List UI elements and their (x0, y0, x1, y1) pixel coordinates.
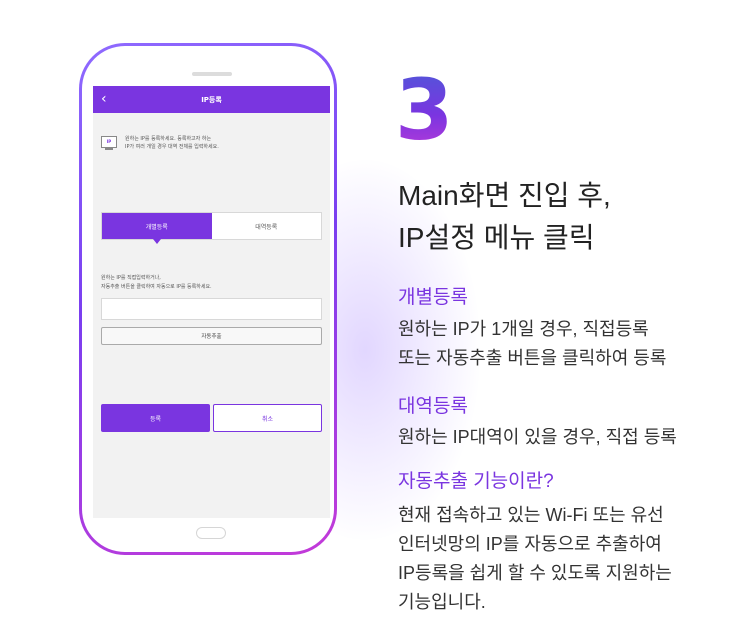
section-line: 현재 접속하고 있는 Wi-Fi 또는 유선 (398, 505, 664, 525)
notice-line-2: IP가 여러 개일 경우 대역 전체를 입력하세요. (125, 144, 219, 150)
register-tabs: 개별등록 대역등록 (101, 212, 322, 244)
section-title-auto: 자동추출 기능이란? (398, 471, 554, 492)
tab-range[interactable]: 대역등록 (212, 213, 322, 239)
phone-screen: ‹ IP등록 IP 원하는 IP를 등록하세요. 등록하고자 하는 IP가 여러… (93, 86, 330, 518)
instruction-line-1: 원하는 IP를 직접입력하거나, (101, 275, 161, 281)
headline-line-1: Main화면 진입 후, (398, 180, 611, 211)
tab-individual[interactable]: 개별등록 (102, 213, 212, 244)
monitor-stand-icon (105, 148, 113, 150)
phone-mockup: ‹ IP등록 IP 원하는 IP를 등록하세요. 등록하고자 하는 IP가 여러… (79, 43, 337, 555)
section-line: 인터넷망의 IP를 자동으로 추출하여 (398, 534, 662, 554)
phone-body: ‹ IP등록 IP 원하는 IP를 등록하세요. 등록하고자 하는 IP가 여러… (82, 46, 334, 552)
ip-input[interactable] (101, 298, 322, 320)
notice-box: IP 원하는 IP를 등록하세요. 등록하고자 하는 IP가 여러 개일 경우 … (101, 135, 323, 159)
headline: Main화면 진입 후, IP설정 메뉴 클릭 (398, 175, 611, 259)
section-body-range: 원하는 IP대역이 있을 경우, 직접 등록 (398, 423, 677, 452)
section-line: 또는 자동추출 버튼을 클릭하여 등록 (398, 348, 667, 368)
section-body-auto: 현재 접속하고 있는 Wi-Fi 또는 유선 인터넷망의 IP를 자동으로 추출… (398, 501, 672, 617)
monitor-ip-icon: IP (101, 136, 117, 148)
section-line: 기능입니다. (398, 592, 486, 612)
section-line: 원하는 IP가 1개일 경우, 직접등록 (398, 319, 649, 339)
phone-home-button (196, 527, 226, 539)
auto-extract-button[interactable]: 자동추출 (101, 327, 322, 345)
step-number: 3 (395, 61, 454, 159)
section-title-range: 대역등록 (398, 396, 468, 417)
notice-line-1: 원하는 IP를 등록하세요. 등록하고자 하는 (125, 136, 212, 142)
section-line: IP등록을 쉽게 할 수 있도록 지원하는 (398, 563, 672, 583)
instruction-text: 원하는 IP를 직접입력하거나, 자동추출 버튼을 클릭하여 자동으로 IP를 … (101, 274, 212, 292)
app-header: ‹ IP등록 (93, 86, 330, 113)
section-line: 원하는 IP대역이 있을 경우, 직접 등록 (398, 427, 677, 447)
screen-title: IP등록 (201, 95, 222, 104)
notice-text: 원하는 IP를 등록하세요. 등록하고자 하는 IP가 여러 개일 경우 대역 … (125, 135, 219, 151)
phone-speaker (192, 72, 232, 76)
cancel-button[interactable]: 취소 (213, 404, 322, 432)
chevron-left-icon[interactable]: ‹ (101, 90, 107, 108)
instruction-line-2: 자동추출 버튼을 클릭하여 자동으로 IP를 등록하세요. (101, 284, 212, 290)
headline-line-2: IP설정 메뉴 클릭 (398, 222, 595, 253)
register-button[interactable]: 등록 (101, 404, 210, 432)
section-title-individual: 개별등록 (398, 287, 468, 308)
section-body-individual: 원하는 IP가 1개일 경우, 직접등록 또는 자동추출 버튼을 클릭하여 등록 (398, 315, 666, 373)
